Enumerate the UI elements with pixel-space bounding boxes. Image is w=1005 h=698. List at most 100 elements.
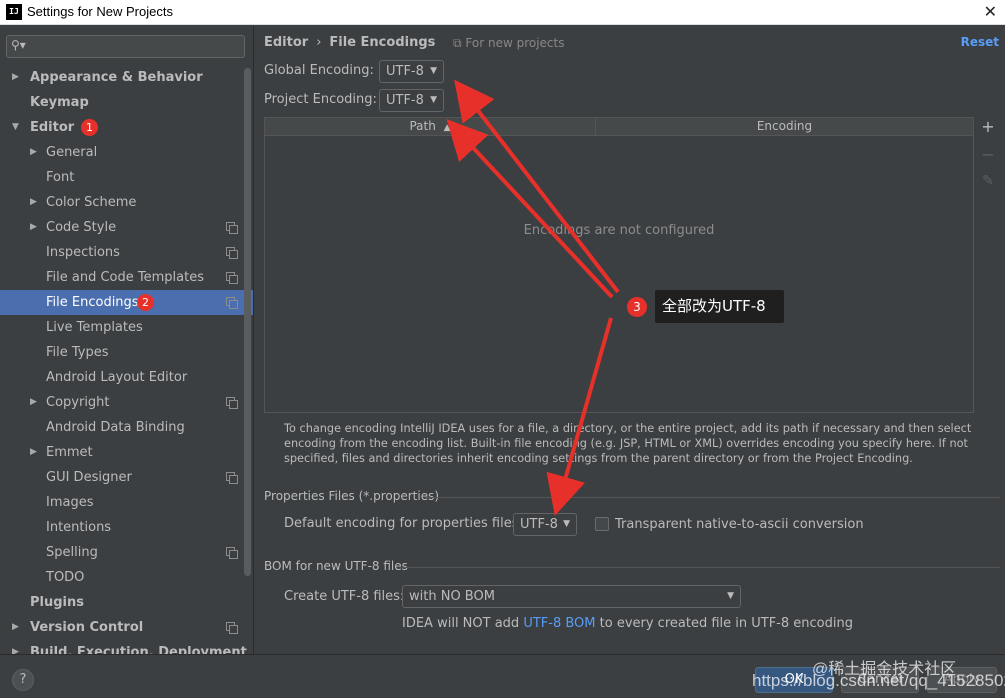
sidebar-item-file-types[interactable]: File Types bbox=[0, 340, 253, 365]
sidebar-item-general[interactable]: ▶ General bbox=[0, 140, 253, 165]
sidebar-item-label: Android Layout Editor bbox=[46, 370, 188, 385]
bom-value: with NO BOM bbox=[409, 589, 495, 604]
breadcrumb-separator: › bbox=[316, 35, 322, 50]
intellij-icon: IJ bbox=[6, 4, 22, 20]
section-divider bbox=[425, 497, 1000, 498]
properties-encoding-value: UTF-8 bbox=[520, 517, 558, 532]
sort-asc-icon: ▲ bbox=[443, 123, 451, 133]
chevron-down-icon: ▼ bbox=[727, 591, 734, 601]
sidebar-item-emmet[interactable]: ▶ Emmet bbox=[0, 440, 253, 465]
chevron-down-icon[interactable]: ▼ bbox=[12, 115, 19, 140]
window-title: Settings for New Projects bbox=[27, 4, 173, 19]
sidebar-item-file-code-templates[interactable]: File and Code Templates bbox=[0, 265, 253, 290]
sidebar-item-appearance-behavior[interactable]: ▶ Appearance & Behavior bbox=[0, 65, 253, 90]
sidebar-item-file-encodings[interactable]: File Encodings 2 bbox=[0, 290, 253, 315]
scope-note: ⧉ For new projects bbox=[453, 36, 565, 51]
project-scope-icon bbox=[226, 247, 238, 259]
sidebar-item-label: Color Scheme bbox=[46, 195, 137, 210]
scope-note-text: For new projects bbox=[465, 36, 565, 50]
utf8-bom-link[interactable]: UTF-8 BOM bbox=[523, 616, 595, 631]
chevron-down-icon: ▼ bbox=[563, 519, 570, 529]
sidebar-item-label: Font bbox=[46, 170, 75, 185]
sidebar-item-live-templates[interactable]: Live Templates bbox=[0, 315, 253, 340]
sidebar-item-copyright[interactable]: ▶ Copyright bbox=[0, 390, 253, 415]
bom-section-title: BOM for new UTF-8 files bbox=[264, 559, 408, 573]
title-bar: IJ Settings for New Projects ✕ bbox=[0, 0, 1005, 25]
sidebar-item-label: File Types bbox=[46, 345, 109, 360]
sidebar-item-label: File and Code Templates bbox=[46, 270, 204, 285]
sidebar-item-label: Android Data Binding bbox=[46, 420, 185, 435]
sidebar-item-todo[interactable]: TODO bbox=[0, 565, 253, 590]
file-encodings-panel: Editor › File Encodings ⧉ For new projects… bbox=[255, 26, 1005, 654]
properties-encoding-select[interactable]: UTF-8 ▼ bbox=[513, 513, 577, 536]
sidebar-item-android-data-binding[interactable]: Android Data Binding bbox=[0, 415, 253, 440]
chevron-right-icon[interactable]: ▶ bbox=[30, 440, 37, 465]
project-scope-icon bbox=[226, 222, 238, 234]
project-scope-icon bbox=[226, 397, 238, 409]
chevron-right-icon[interactable]: ▶ bbox=[30, 190, 37, 215]
settings-sidebar: ⚲▾ ▶ Appearance & Behavior Keymap ▼ Edit… bbox=[0, 26, 254, 654]
path-encoding-table[interactable]: Path ▲ Encoding Encodings are not config… bbox=[264, 117, 974, 413]
remove-icon[interactable]: − bbox=[976, 145, 1000, 173]
chevron-right-icon[interactable]: ▶ bbox=[30, 390, 37, 415]
sidebar-item-label: Live Templates bbox=[46, 320, 143, 335]
chevron-right-icon[interactable]: ▶ bbox=[30, 140, 37, 165]
project-scope-icon bbox=[226, 272, 238, 284]
chevron-right-icon[interactable]: ▶ bbox=[30, 215, 37, 240]
sidebar-item-plugins[interactable]: Plugins bbox=[0, 590, 253, 615]
sidebar-item-code-style[interactable]: ▶ Code Style bbox=[0, 215, 253, 240]
annotation-badge: 3 bbox=[627, 297, 647, 317]
sidebar-item-label: Code Style bbox=[46, 220, 117, 235]
project-scope-icon bbox=[226, 547, 238, 559]
reset-link[interactable]: Reset bbox=[961, 35, 999, 49]
sidebar-item-editor[interactable]: ▼ Editor 1 bbox=[0, 115, 253, 140]
bom-note: IDEA will NOT add UTF-8 BOM to every cre… bbox=[402, 616, 853, 631]
project-scope-icon bbox=[226, 472, 238, 484]
sidebar-item-keymap[interactable]: Keymap bbox=[0, 90, 253, 115]
table-toolbar: + − ✎ bbox=[976, 117, 1000, 201]
sidebar-item-color-scheme[interactable]: ▶ Color Scheme bbox=[0, 190, 253, 215]
project-scope-icon bbox=[226, 622, 238, 634]
sidebar-item-gui-designer[interactable]: GUI Designer bbox=[0, 465, 253, 490]
sidebar-item-inspections[interactable]: Inspections bbox=[0, 240, 253, 265]
sidebar-item-label: GUI Designer bbox=[46, 470, 132, 485]
global-encoding-select[interactable]: UTF-8 ▼ bbox=[379, 60, 444, 83]
annotation-label: 全部改为UTF-8 bbox=[655, 290, 784, 323]
chevron-right-icon[interactable]: ▶ bbox=[12, 640, 19, 654]
close-icon[interactable]: ✕ bbox=[984, 2, 997, 21]
global-encoding-label: Global Encoding: bbox=[264, 63, 374, 78]
sidebar-item-label: Version Control bbox=[30, 620, 144, 635]
chevron-right-icon[interactable]: ▶ bbox=[12, 615, 19, 640]
edit-icon[interactable]: ✎ bbox=[976, 173, 1000, 201]
sidebar-item-intentions[interactable]: Intentions bbox=[0, 515, 253, 540]
step-badge: 2 bbox=[137, 294, 154, 311]
sidebar-item-label: Keymap bbox=[30, 95, 89, 110]
sidebar-item-font[interactable]: Font bbox=[0, 165, 253, 190]
add-icon[interactable]: + bbox=[976, 117, 1000, 145]
chevron-right-icon[interactable]: ▶ bbox=[12, 65, 19, 90]
sidebar-item-spelling[interactable]: Spelling bbox=[0, 540, 253, 565]
project-encoding-value: UTF-8 bbox=[386, 93, 424, 108]
help-icon[interactable]: ? bbox=[12, 669, 34, 691]
breadcrumb-parent: Editor bbox=[264, 35, 309, 50]
sidebar-item-build-execution-deployment[interactable]: ▶ Build, Execution, Deployment bbox=[0, 640, 253, 654]
sidebar-item-label: Plugins bbox=[30, 595, 84, 610]
native-to-ascii-label[interactable]: Transparent native-to-ascii conversion bbox=[615, 517, 864, 532]
sidebar-scrollbar[interactable] bbox=[244, 68, 251, 576]
native-to-ascii-checkbox[interactable] bbox=[595, 517, 609, 531]
sidebar-item-version-control[interactable]: ▶ Version Control bbox=[0, 615, 253, 640]
sidebar-item-label: File Encodings bbox=[46, 295, 139, 310]
search-input[interactable]: ⚲▾ bbox=[6, 35, 245, 58]
sidebar-item-label: Appearance & Behavior bbox=[30, 70, 203, 85]
properties-encoding-label: Default encoding for properties files: bbox=[284, 516, 523, 531]
column-header-encoding[interactable]: Encoding bbox=[596, 118, 973, 136]
sidebar-item-android-layout-editor[interactable]: Android Layout Editor bbox=[0, 365, 253, 390]
sidebar-item-label: Inspections bbox=[46, 245, 120, 260]
project-encoding-select[interactable]: UTF-8 ▼ bbox=[379, 89, 444, 112]
settings-tree: ▶ Appearance & Behavior Keymap ▼ Editor … bbox=[0, 65, 253, 654]
watermark-url: https://blog.csdn.net/qq_41528502 bbox=[752, 671, 1005, 690]
bom-select[interactable]: with NO BOM ▼ bbox=[402, 585, 741, 608]
sidebar-item-images[interactable]: Images bbox=[0, 490, 253, 515]
column-header-path[interactable]: Path ▲ bbox=[265, 118, 596, 136]
sidebar-item-label: Build, Execution, Deployment bbox=[30, 645, 247, 654]
